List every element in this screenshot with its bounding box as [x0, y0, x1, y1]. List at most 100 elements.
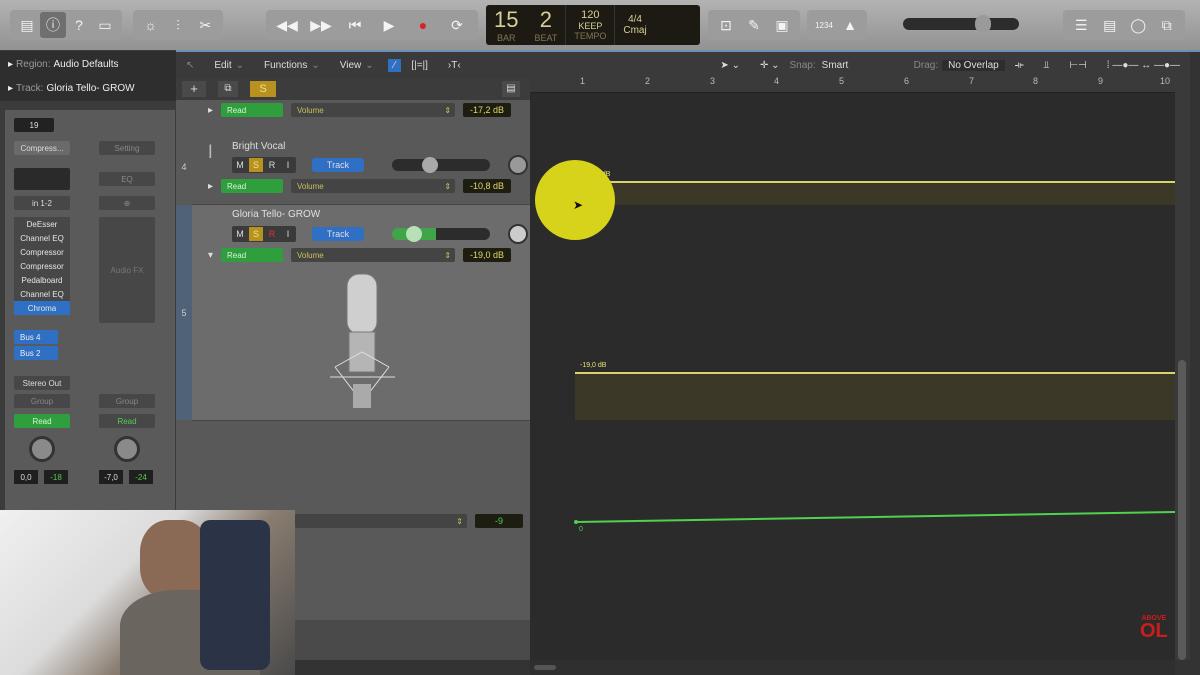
- go-to-start-icon[interactable]: ⏮: [342, 12, 368, 38]
- automation-icon[interactable]: ⁄: [387, 58, 402, 72]
- record-enable-button[interactable]: R: [265, 227, 279, 241]
- solo-button[interactable]: S: [249, 227, 263, 241]
- volume-slider-thumb[interactable]: [406, 226, 422, 242]
- track-automation-button[interactable]: Track: [312, 158, 364, 172]
- setting-button[interactable]: Compress...: [14, 141, 70, 155]
- catch-playhead-icon[interactable]: ›T‹: [438, 60, 471, 71]
- catch-icon[interactable]: ↖: [176, 60, 204, 71]
- solo-button[interactable]: S: [249, 158, 263, 172]
- region-inspector-header[interactable]: ▸ Region: Audio Defaults: [0, 51, 176, 77]
- horizontal-zoom-icon[interactable]: ⊢⊣: [1059, 60, 1096, 71]
- track-name[interactable]: Bright Vocal: [232, 141, 285, 152]
- send-bus-2[interactable]: Bus 2: [14, 346, 58, 360]
- snap-select[interactable]: Smart: [816, 60, 906, 71]
- link-icon[interactable]: ⊕: [99, 196, 155, 210]
- plugin-slot[interactable]: Channel EQ: [14, 287, 70, 301]
- automation-mode[interactable]: Read: [14, 414, 70, 428]
- mute-button[interactable]: M: [233, 158, 247, 172]
- volume-slider-thumb[interactable]: [422, 157, 438, 173]
- record-icon[interactable]: ●: [410, 12, 436, 38]
- loops-icon[interactable]: ◯: [1125, 12, 1151, 38]
- ruler[interactable]: 1 2 3 4 5 6 7 8 9 10: [530, 75, 1175, 93]
- master-volume-knob[interactable]: [975, 15, 991, 33]
- browser-icon[interactable]: ⧉: [1154, 12, 1180, 38]
- plugin-slot[interactable]: Pedalboard: [14, 273, 70, 287]
- inspector-icon[interactable]: ⓘ: [40, 12, 66, 38]
- automation-mode-select[interactable]: Read: [221, 179, 284, 193]
- scissors-icon[interactable]: ✂: [192, 12, 218, 38]
- menu-view[interactable]: View ⌄: [330, 60, 384, 71]
- record-enable-button[interactable]: R: [265, 158, 279, 172]
- disclosure-icon[interactable]: ▸: [208, 105, 213, 116]
- channel-field[interactable]: 19: [14, 118, 54, 132]
- automation-line-track-5[interactable]: [575, 372, 1175, 374]
- menu-edit[interactable]: Edit ⌄: [204, 60, 254, 71]
- automation-value[interactable]: -17,2 dB: [463, 103, 512, 117]
- disclosure-open-icon[interactable]: ▾: [208, 250, 213, 261]
- automation-line-track-6[interactable]: [570, 505, 1180, 530]
- input-monitor-button[interactable]: I: [281, 158, 295, 172]
- pan-knob[interactable]: [29, 436, 55, 462]
- automation-parameter-select[interactable]: Volume ⇕: [291, 248, 456, 262]
- zoom-sliders[interactable]: ⁞ —●— ↔ —●—: [1097, 60, 1190, 71]
- plugin-slot[interactable]: Channel EQ: [14, 231, 70, 245]
- track-name[interactable]: Gloria Tello- GROW: [232, 209, 320, 220]
- pan-knob[interactable]: [508, 155, 528, 175]
- plugin-slot-selected[interactable]: Chroma: [14, 301, 70, 315]
- disclosure-icon[interactable]: ▸: [208, 181, 213, 192]
- input-slot[interactable]: in 1-2: [14, 196, 70, 210]
- library-icon[interactable]: ▤: [14, 12, 40, 38]
- marquee-tool-icon[interactable]: ✛ ⌄: [750, 60, 790, 71]
- rewind-icon[interactable]: ◀◀: [274, 12, 300, 38]
- eq-button[interactable]: EQ: [99, 172, 155, 186]
- automation-lane-track-4[interactable]: [575, 183, 1175, 205]
- automation-parameter-select[interactable]: Volume ⇕: [291, 103, 456, 117]
- fast-forward-icon[interactable]: ▶▶: [308, 12, 334, 38]
- horizontal-scrollbar[interactable]: [530, 660, 1175, 675]
- quick-help-icon[interactable]: ?: [66, 12, 92, 38]
- setting-button[interactable]: Setting: [99, 141, 155, 155]
- list-icon[interactable]: ☰: [1068, 12, 1094, 38]
- global-tracks-icon[interactable]: ▤: [502, 81, 520, 97]
- group-slot[interactable]: Group: [14, 394, 70, 408]
- mixer-icon[interactable]: ⫶: [165, 12, 191, 38]
- add-track-icon[interactable]: +: [182, 81, 206, 97]
- plugin-slot[interactable]: DeEsser: [14, 217, 70, 231]
- automation-parameter-select[interactable]: Volume ⇕: [291, 179, 456, 193]
- mute-button[interactable]: M: [233, 227, 247, 241]
- automation-mode[interactable]: Read: [99, 414, 155, 428]
- pencil-icon[interactable]: ✎: [741, 12, 767, 38]
- automation-value[interactable]: -10,8 dB: [463, 179, 512, 193]
- vertical-zoom-icon[interactable]: ⫫: [1034, 60, 1060, 71]
- automation-lane-track-5[interactable]: [575, 374, 1175, 420]
- flex-icon[interactable]: [|=|]: [401, 60, 438, 71]
- play-icon[interactable]: ▶: [376, 12, 402, 38]
- volume-slider[interactable]: [392, 226, 490, 242]
- note-pad-icon[interactable]: ▣: [769, 12, 795, 38]
- metronome-icon[interactable]: ▲: [837, 12, 863, 38]
- input-monitor-button[interactable]: I: [281, 227, 295, 241]
- smart-controls-icon[interactable]: ☼: [138, 12, 164, 38]
- group-slot[interactable]: Group: [99, 394, 155, 408]
- volume-slider[interactable]: [392, 157, 490, 173]
- automation-value[interactable]: -9: [475, 514, 523, 528]
- horizontal-scroll-thumb[interactable]: [534, 665, 556, 670]
- duplicate-track-icon[interactable]: ⧉: [218, 81, 238, 97]
- audio-fx-slot[interactable]: Audio FX: [99, 217, 155, 323]
- list-editors-icon[interactable]: ⊡: [713, 12, 739, 38]
- note-pad-icon[interactable]: ▤: [1097, 12, 1123, 38]
- waveform-zoom-icon[interactable]: ⟛: [1005, 60, 1034, 71]
- automation-value[interactable]: -19,0 dB: [463, 248, 512, 262]
- automation-parameter-select[interactable]: ⇕: [295, 514, 467, 528]
- menu-functions[interactable]: Functions ⌄: [254, 60, 330, 71]
- eq-display[interactable]: [14, 168, 70, 190]
- vertical-scroll-thumb[interactable]: [1178, 360, 1186, 660]
- toolbar-icon[interactable]: ▭: [92, 12, 118, 38]
- automation-mode-select[interactable]: Read: [221, 103, 284, 117]
- output-slot[interactable]: Stereo Out: [14, 376, 70, 390]
- pointer-tool-icon[interactable]: ➤ ⌄: [710, 60, 750, 71]
- track-automation-button[interactable]: Track: [312, 227, 364, 241]
- send-bus-4[interactable]: Bus 4: [14, 330, 58, 344]
- automation-mode-select[interactable]: Read: [221, 248, 284, 262]
- drag-select[interactable]: No Overlap: [942, 59, 1005, 71]
